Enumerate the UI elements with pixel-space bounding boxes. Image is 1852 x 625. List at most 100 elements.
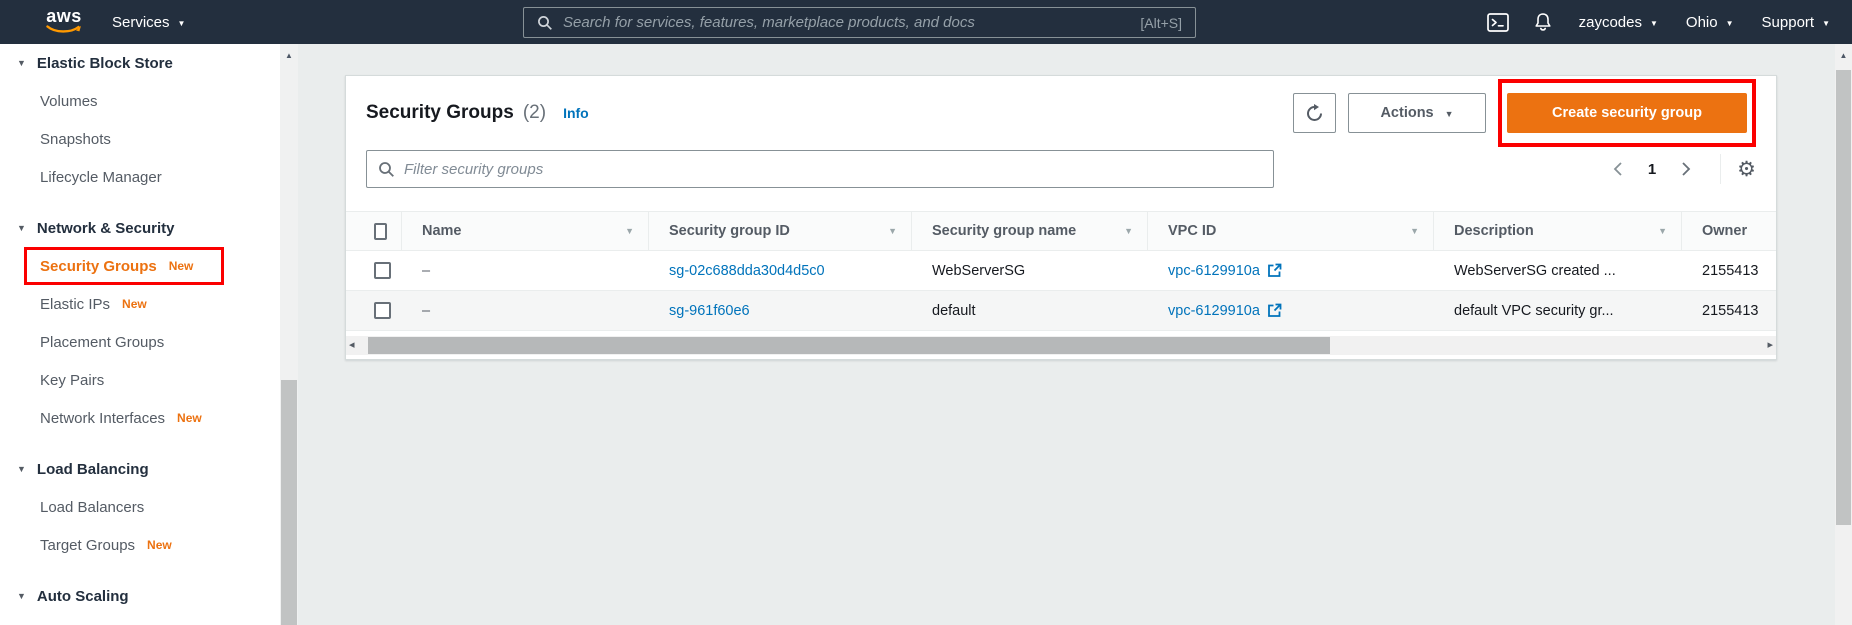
section-collapse-icon: ▼ xyxy=(17,591,26,601)
row-checkbox[interactable] xyxy=(374,262,391,279)
sidebar-item-lifecycle-manager[interactable]: Lifecycle Manager xyxy=(0,158,280,196)
scroll-up-arrow-icon[interactable]: ▲ xyxy=(280,51,298,60)
vpc-id-link[interactable]: vpc-6129910a xyxy=(1168,303,1260,319)
create-label: Create security group xyxy=(1552,105,1702,121)
chevron-down-icon: ▼ xyxy=(1650,19,1658,28)
info-link[interactable]: Info xyxy=(563,105,589,121)
header-actions: Actions ▼ Create security group xyxy=(1293,79,1756,147)
table-row[interactable]: – sg-02c688dda30d4d5c0 WebServerSG vpc-6… xyxy=(346,251,1776,291)
sidebar-section-header-auto-scaling[interactable]: ▼ Auto Scaling xyxy=(0,577,280,615)
actions-dropdown-button[interactable]: Actions ▼ xyxy=(1348,93,1486,133)
scrollbar-thumb[interactable] xyxy=(1836,70,1851,525)
filter-placeholder: Filter security groups xyxy=(404,161,543,178)
scroll-up-arrow-icon[interactable]: ▲ xyxy=(1835,51,1852,60)
horizontal-scrollbar[interactable]: ◂ ▸ xyxy=(346,336,1776,355)
cloudshell-terminal-icon xyxy=(1487,13,1509,32)
new-badge: New xyxy=(122,297,147,311)
sidebar-item-target-groups[interactable]: Target Groups New xyxy=(0,526,280,564)
services-menu[interactable]: Services ▼ xyxy=(112,0,185,44)
column-label: Owner xyxy=(1702,223,1747,239)
row-checkbox[interactable] xyxy=(374,302,391,319)
scrollbar-thumb[interactable] xyxy=(368,337,1330,354)
top-navigation-bar: aws Services ▼ Search for services, feat… xyxy=(0,0,1852,44)
column-header-vpc-id[interactable]: VPC ID ▼ xyxy=(1148,212,1434,250)
cell-name: – xyxy=(402,263,649,279)
external-link-icon[interactable] xyxy=(1267,263,1282,278)
sidebar-item-label: Load Balancers xyxy=(40,499,144,516)
chevron-down-icon: ▼ xyxy=(1726,19,1734,28)
select-all-checkbox[interactable] xyxy=(374,223,387,240)
pagination: 1 ⚙ xyxy=(1606,154,1756,184)
aws-logo[interactable]: aws xyxy=(44,7,84,34)
settings-gear-icon[interactable]: ⚙ xyxy=(1737,159,1756,180)
sidebar-section-header-load-balancing[interactable]: ▼ Load Balancing xyxy=(0,450,280,488)
title-group: Security Groups (2) Info xyxy=(366,102,589,124)
page-scrollbar[interactable]: ▲ xyxy=(1835,44,1852,625)
cloudshell-button[interactable] xyxy=(1475,0,1521,44)
sidebar-scrollbar[interactable]: ▲ xyxy=(280,44,298,625)
scrollbar-thumb[interactable] xyxy=(281,380,297,625)
security-groups-card: Security Groups (2) Info Actions ▼ xyxy=(345,75,1777,360)
nav-right-group: zaycodes ▼ Ohio ▼ Support ▼ xyxy=(1475,0,1844,44)
sidebar-item-volumes[interactable]: Volumes xyxy=(0,82,280,120)
sidebar-item-network-interfaces[interactable]: Network Interfaces New xyxy=(0,399,280,437)
scroll-left-arrow-icon[interactable]: ◂ xyxy=(349,339,355,352)
section-label: Network & Security xyxy=(37,220,175,237)
actions-label: Actions xyxy=(1380,105,1433,121)
region-label: Ohio xyxy=(1686,14,1718,31)
section-label: Elastic Block Store xyxy=(37,55,173,72)
sidebar-item-elastic-ips[interactable]: Elastic IPs New xyxy=(0,285,280,323)
sidebar-section-header-elastic-block-store[interactable]: ▼ Elastic Block Store xyxy=(0,44,280,82)
column-header-security-group-id[interactable]: Security group ID ▼ xyxy=(649,212,912,250)
cell-vpc-id: vpc-6129910a xyxy=(1148,263,1434,279)
column-header-owner[interactable]: Owner xyxy=(1682,212,1776,250)
sidebar-item-label: Network Interfaces xyxy=(40,410,165,427)
support-label: Support xyxy=(1762,14,1815,31)
column-label: VPC ID xyxy=(1168,223,1216,239)
account-menu[interactable]: zaycodes ▼ xyxy=(1565,0,1672,44)
sidebar-item-load-balancers[interactable]: Load Balancers xyxy=(0,488,280,526)
column-label: Name xyxy=(422,223,462,239)
sidebar-item-key-pairs[interactable]: Key Pairs xyxy=(0,361,280,399)
current-page-number[interactable]: 1 xyxy=(1648,161,1656,178)
next-page-button[interactable] xyxy=(1674,157,1698,181)
external-link-icon[interactable] xyxy=(1267,303,1282,318)
cell-security-group-id-link[interactable]: sg-961f60e6 xyxy=(649,303,912,319)
sidebar-item-placement-groups[interactable]: Placement Groups xyxy=(0,323,280,361)
section-collapse-icon: ▼ xyxy=(17,58,26,68)
notifications-button[interactable] xyxy=(1521,0,1565,44)
column-header-description[interactable]: Description ▼ xyxy=(1434,212,1682,250)
table-row[interactable]: – sg-961f60e6 default vpc-6129910a defau… xyxy=(346,291,1776,331)
region-menu[interactable]: Ohio ▼ xyxy=(1672,0,1748,44)
scroll-right-arrow-icon[interactable]: ▸ xyxy=(1767,339,1773,352)
sidebar-item-label: Volumes xyxy=(40,93,98,110)
sidebar-item-label: Snapshots xyxy=(40,131,111,148)
global-search-input[interactable]: Search for services, features, marketpla… xyxy=(523,7,1196,38)
sidebar-item-label: Placement Groups xyxy=(40,334,164,351)
filter-row: Filter security groups 1 ⚙ xyxy=(346,150,1776,188)
page-title: Security Groups xyxy=(366,102,514,124)
cell-security-group-id-link[interactable]: sg-02c688dda30d4d5c0 xyxy=(649,263,912,279)
sidebar-section-header-network-security[interactable]: ▼ Network & Security xyxy=(0,209,280,247)
divider xyxy=(1720,154,1721,184)
section-collapse-icon: ▼ xyxy=(17,223,26,233)
create-security-group-button[interactable]: Create security group xyxy=(1507,93,1747,133)
search-icon xyxy=(537,15,553,31)
filter-security-groups-input[interactable]: Filter security groups xyxy=(366,150,1274,188)
row-select-cell xyxy=(346,302,402,319)
sort-icon: ▼ xyxy=(1124,226,1133,236)
vpc-id-link[interactable]: vpc-6129910a xyxy=(1168,263,1260,279)
column-label: Description xyxy=(1454,223,1534,239)
services-label: Services xyxy=(112,14,170,31)
bell-icon xyxy=(1533,12,1553,33)
previous-page-button[interactable] xyxy=(1606,157,1630,181)
support-menu[interactable]: Support ▼ xyxy=(1748,0,1844,44)
table-header-row: Name ▼ Security group ID ▼ Security grou… xyxy=(346,211,1776,251)
chevron-down-icon: ▼ xyxy=(1445,109,1454,119)
column-header-name[interactable]: Name ▼ xyxy=(402,212,649,250)
column-header-security-group-name[interactable]: Security group name ▼ xyxy=(912,212,1148,250)
search-placeholder: Search for services, features, marketpla… xyxy=(563,14,975,31)
refresh-button[interactable] xyxy=(1293,93,1336,133)
sidebar-item-security-groups[interactable]: Security Groups New xyxy=(24,247,224,285)
sidebar-item-snapshots[interactable]: Snapshots xyxy=(0,120,280,158)
